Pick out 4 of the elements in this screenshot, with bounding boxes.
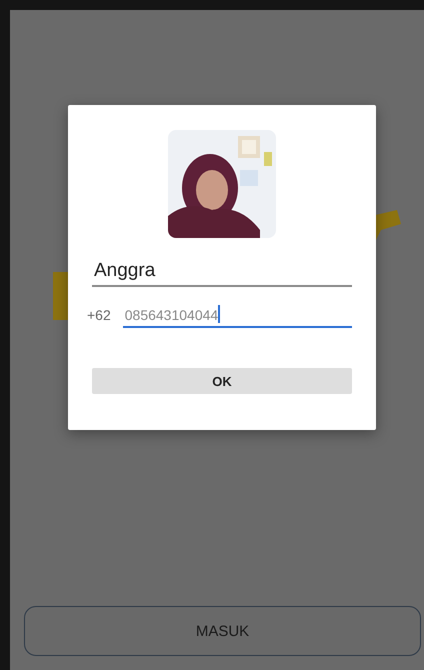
name-field[interactable]: Anggra xyxy=(92,260,352,287)
phone-field[interactable]: 085643104044 xyxy=(122,305,352,328)
country-code: +62 xyxy=(87,307,111,325)
ok-button[interactable]: OK xyxy=(92,368,352,394)
